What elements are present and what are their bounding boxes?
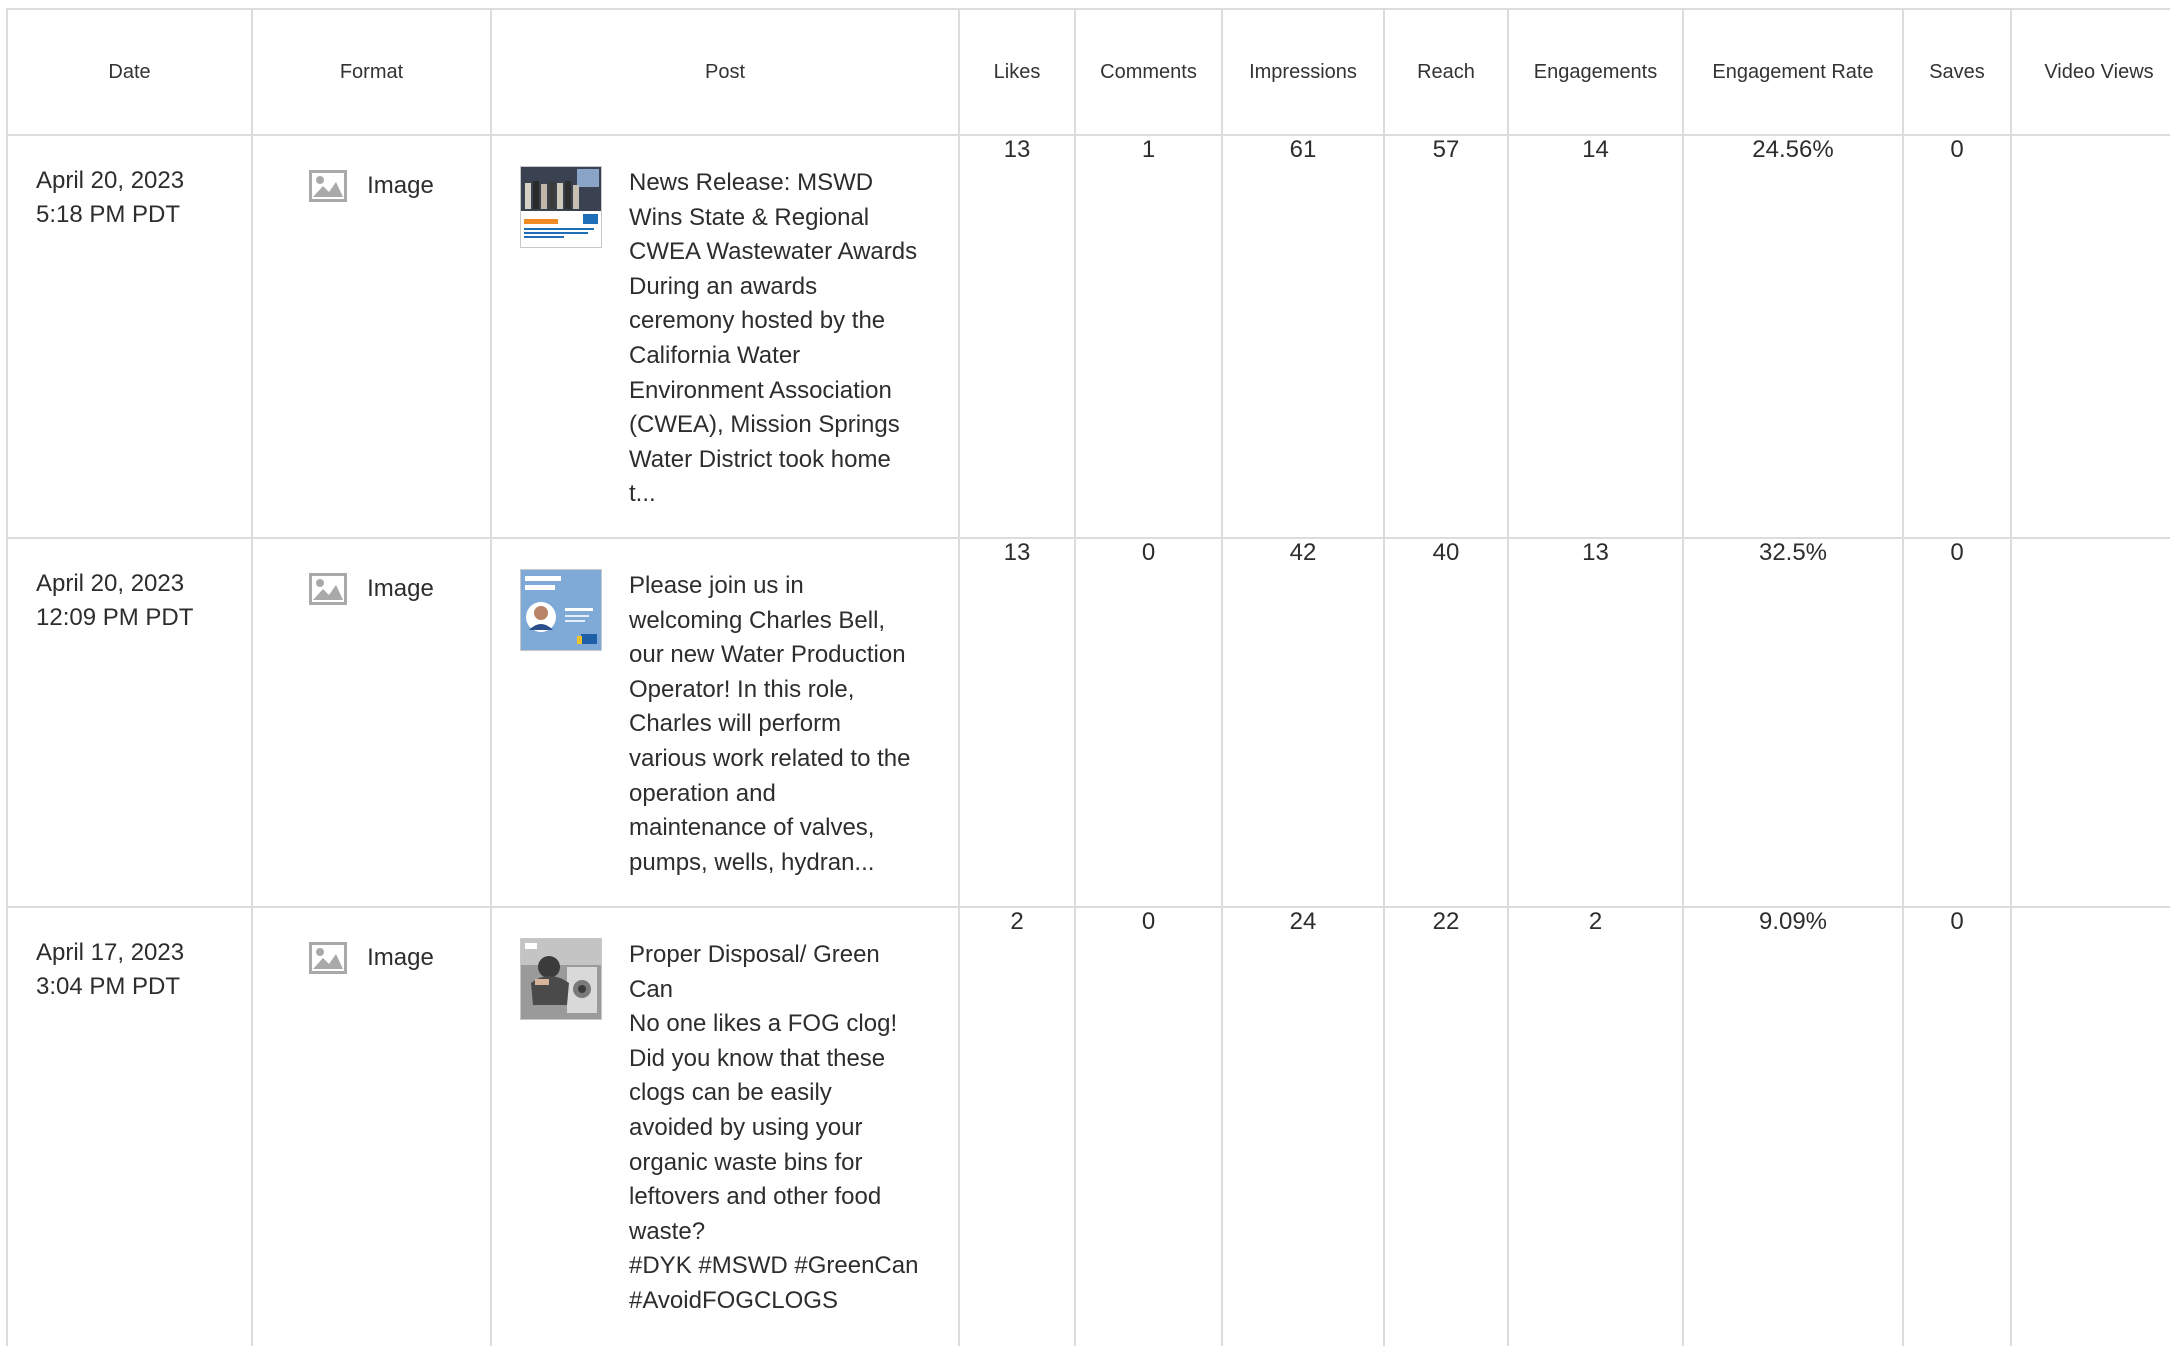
format-cell: Image [251,537,492,908]
engagement-rate-cell: 9.09% [1682,906,1904,1346]
date-cell: April 20, 2023 5:18 PM PDT [6,134,253,539]
header-row: Date Format Post Likes Comments Impressi… [6,8,2170,136]
date-cell: April 20, 2023 12:09 PM PDT [6,537,253,908]
post-caption[interactable]: News Release: MSWD Wins State & Regional… [629,166,919,512]
format-label: Image [367,575,434,602]
likes-cell: 13 [958,134,1076,539]
reach-cell: 22 [1383,906,1509,1346]
video-views-cell [2010,134,2170,539]
comments-cell: 0 [1074,906,1223,1346]
engagement-rate-cell: 32.5% [1682,537,1904,908]
image-icon [309,942,348,974]
post-cell: Proper Disposal/ Green Can No one likes … [490,906,960,1346]
likes-cell: 13 [958,537,1076,908]
format-cell: Image [251,134,492,539]
table-row: April 20, 2023 12:09 PM PDT Image Please… [6,537,2170,908]
image-icon [309,170,348,202]
format-cell: Image [251,906,492,1346]
video-views-cell [2010,537,2170,908]
impressions-cell: 61 [1221,134,1385,539]
post-time: 12:09 PM PDT [36,604,194,631]
engagements-cell: 2 [1507,906,1684,1346]
header-engagements[interactable]: Engagements [1507,8,1684,136]
header-format[interactable]: Format [251,8,492,136]
video-views-cell [2010,906,2170,1346]
engagements-cell: 13 [1507,537,1684,908]
post-date: April 20, 2023 [36,167,185,194]
reach-cell: 57 [1383,134,1509,539]
image-icon [309,573,348,605]
engagement-rate-cell: 24.56% [1682,134,1904,539]
header-date[interactable]: Date [6,8,253,136]
saves-cell: 0 [1902,906,2012,1346]
post-time: 5:18 PM PDT [36,201,181,228]
likes-cell: 2 [958,906,1076,1346]
header-video-views[interactable]: Video Views [2010,8,2170,136]
post-date: April 20, 2023 [36,570,185,597]
header-post[interactable]: Post [490,8,960,136]
post-cell: News Release: MSWD Wins State & Regional… [490,134,960,539]
header-likes[interactable]: Likes [958,8,1076,136]
header-comments[interactable]: Comments [1074,8,1223,136]
report-page: Date Format Post Likes Comments Impressi… [0,0,2170,1346]
format-label: Image [367,944,434,971]
post-caption[interactable]: Proper Disposal/ Green Can No one likes … [629,938,919,1319]
impressions-cell: 24 [1221,906,1385,1346]
date-cell: April 17, 2023 3:04 PM PDT [6,906,253,1346]
table-row: April 17, 2023 3:04 PM PDT Image Proper … [6,906,2170,1346]
table-row: April 20, 2023 5:18 PM PDT Image News Re… [6,134,2170,539]
format-label: Image [367,172,434,199]
post-caption[interactable]: Please join us in welcoming Charles Bell… [629,569,919,880]
impressions-cell: 42 [1221,537,1385,908]
post-date: April 17, 2023 [36,939,185,966]
header-engagement-rate[interactable]: Engagement Rate [1682,8,1904,136]
post-thumbnail[interactable] [520,166,602,248]
post-performance-table: Date Format Post Likes Comments Impressi… [6,8,2170,1346]
saves-cell: 0 [1902,134,2012,539]
comments-cell: 1 [1074,134,1223,539]
post-time: 3:04 PM PDT [36,973,181,1000]
header-saves[interactable]: Saves [1902,8,2012,136]
engagements-cell: 14 [1507,134,1684,539]
post-thumbnail[interactable] [520,938,602,1020]
post-cell: Please join us in welcoming Charles Bell… [490,537,960,908]
header-impressions[interactable]: Impressions [1221,8,1385,136]
saves-cell: 0 [1902,537,2012,908]
header-reach[interactable]: Reach [1383,8,1509,136]
reach-cell: 40 [1383,537,1509,908]
comments-cell: 0 [1074,537,1223,908]
post-thumbnail[interactable] [520,569,602,651]
